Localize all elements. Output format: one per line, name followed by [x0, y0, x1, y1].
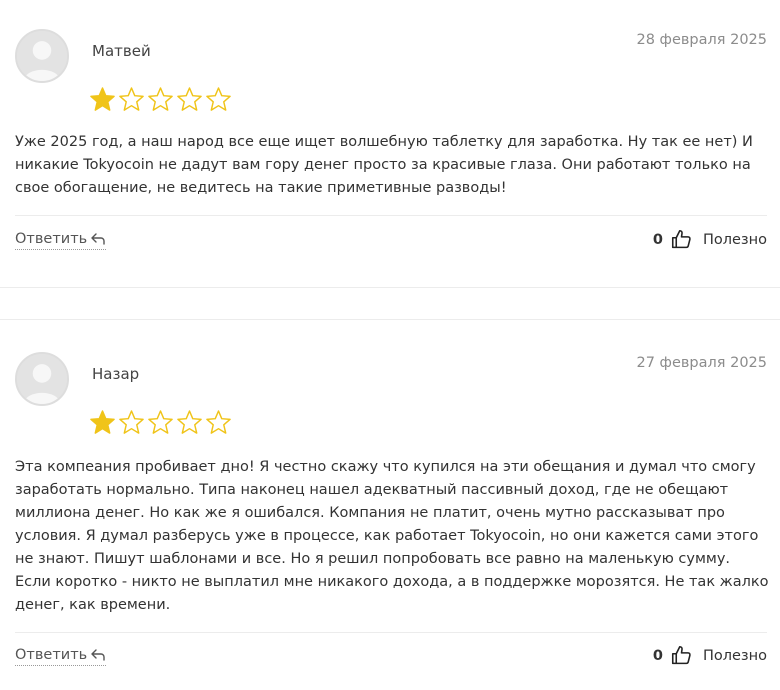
star-empty-icon — [148, 87, 173, 111]
review-author: Матвей — [92, 42, 151, 60]
star-empty-icon — [206, 410, 231, 434]
user-placeholder-icon — [17, 354, 67, 404]
thumbs-up-icon[interactable] — [671, 645, 692, 666]
helpful-count: 0 — [652, 231, 663, 248]
helpful-count: 0 — [652, 647, 663, 664]
star-empty-icon — [206, 87, 231, 111]
review-separator — [0, 287, 780, 320]
divider — [15, 632, 767, 633]
star-empty-icon — [119, 87, 144, 111]
helpful-button[interactable]: Полезно — [703, 648, 767, 664]
review-author: Назар — [92, 365, 140, 383]
review-date: 27 февраля 2025 — [636, 355, 767, 371]
helpful-widget: 0 Полезно — [653, 645, 767, 666]
star-empty-icon — [177, 410, 202, 434]
reply-label: Ответить — [15, 647, 88, 663]
reply-arrow-icon — [91, 233, 105, 245]
star-empty-icon — [177, 87, 202, 111]
star-filled-icon — [90, 410, 115, 434]
star-empty-icon — [119, 410, 144, 434]
helpful-widget: 0 Полезно — [653, 229, 767, 250]
review-text: Уже 2025 год, а наш народ все еще ищет в… — [15, 134, 753, 196]
divider — [15, 215, 767, 216]
reply-arrow-icon — [91, 649, 105, 661]
helpful-button[interactable]: Полезно — [703, 232, 767, 248]
thumbs-up-icon[interactable] — [671, 229, 692, 250]
star-filled-icon — [90, 87, 115, 111]
star-rating — [89, 86, 232, 113]
reply-label: Ответить — [15, 231, 88, 247]
avatar — [15, 29, 69, 83]
user-placeholder-icon — [17, 31, 67, 81]
reply-button[interactable]: Ответить — [15, 231, 107, 250]
avatar — [15, 352, 69, 406]
star-rating — [89, 409, 232, 436]
reply-button[interactable]: Ответить — [15, 647, 107, 666]
star-empty-icon — [148, 410, 173, 434]
review-text: Эта компеания пробивает дно! Я честно ск… — [15, 459, 769, 613]
review-date: 28 февраля 2025 — [636, 32, 767, 48]
